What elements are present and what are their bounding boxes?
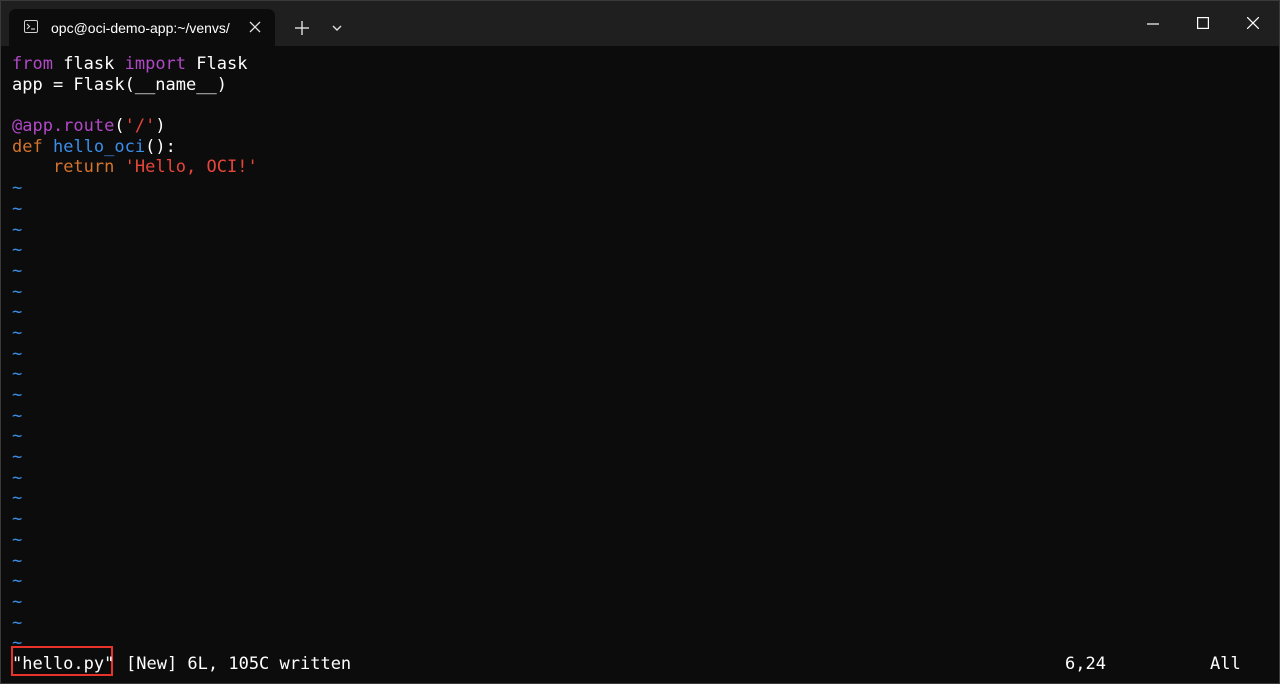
paren-close: ): [155, 116, 166, 137]
empty-line-tilde: ~: [12, 260, 23, 281]
minimize-icon[interactable]: [1129, 1, 1177, 46]
empty-line-tilde: ~: [12, 488, 23, 509]
keyword-from: from: [12, 54, 53, 74]
keyword-return: return: [52, 157, 115, 178]
decorator: @app.route: [12, 116, 115, 137]
function-name: hello_oci: [52, 136, 146, 157]
terminal-window: opc@oci-demo-app:~/venvs/ from flask imp…: [0, 0, 1280, 684]
vim-buffer[interactable]: from flask import Flask app = Flask(__na…: [12, 54, 1272, 653]
empty-line-markers: ~ ~ ~ ~ ~ ~ ~ ~ ~ ~ ~ ~ ~ ~ ~ ~ ~ ~ ~ ~ ~ ~ ~: [12, 178, 1272, 654]
empty-line-tilde: ~: [12, 447, 23, 468]
code-line-5: def hello_oci():: [12, 137, 1272, 158]
new-tab-plus-icon[interactable]: [291, 17, 313, 39]
empty-line-tilde: ~: [12, 571, 23, 592]
keyword-import: import: [124, 54, 187, 74]
terminal-tab[interactable]: opc@oci-demo-app:~/venvs/: [9, 9, 275, 46]
empty-line-tilde: ~: [12, 529, 23, 550]
empty-line-tilde: ~: [12, 198, 23, 219]
tab-title: opc@oci-demo-app:~/venvs/: [51, 20, 230, 36]
empty-line-tilde: ~: [12, 302, 23, 323]
code-line-1: from flask import Flask: [12, 54, 1272, 75]
keyword-def: def: [12, 136, 43, 157]
empty-line-tilde: ~: [12, 385, 23, 405]
tab-close-icon[interactable]: [247, 19, 263, 35]
empty-line-tilde: ~: [12, 322, 23, 343]
status-message: [New] 6L, 105C written: [126, 654, 352, 674]
cursor-position: 6,24: [1065, 654, 1106, 674]
empty-line-tilde: ~: [12, 591, 23, 612]
terminal-icon: [24, 20, 38, 33]
route-string: '/': [124, 116, 156, 137]
title-bar[interactable]: opc@oci-demo-app:~/venvs/: [1, 1, 1279, 46]
import-name: Flask: [186, 54, 248, 74]
empty-line-tilde: ~: [12, 240, 23, 261]
code-line-6: return 'Hello, OCI!': [12, 157, 1272, 178]
empty-line-tilde: ~: [12, 550, 23, 571]
close-icon[interactable]: [1229, 1, 1277, 46]
empty-line-tilde: ~: [12, 219, 23, 240]
empty-line-tilde: ~: [12, 426, 23, 447]
empty-line-tilde: ~: [12, 178, 23, 199]
empty-line-tilde: ~: [12, 633, 23, 654]
chevron-down-icon[interactable]: [327, 17, 347, 39]
empty-line-tilde: ~: [12, 509, 23, 530]
function-signature-rest: ():: [145, 136, 176, 157]
vim-status-line: "hello.py" [New] 6L, 105C written 6,24 A…: [11, 646, 1272, 676]
paren-open: (: [114, 116, 125, 137]
maximize-icon[interactable]: [1179, 1, 1227, 46]
return-string: 'Hello, OCI!': [124, 157, 258, 178]
empty-line-tilde: ~: [12, 343, 23, 364]
code-line-4: @app.route('/'): [12, 116, 1272, 137]
empty-line-tilde: ~: [12, 364, 23, 385]
module-name: flask: [52, 54, 125, 74]
empty-line-tilde: ~: [12, 612, 23, 633]
empty-line-tilde: ~: [12, 281, 23, 302]
empty-line-tilde: ~: [12, 405, 23, 426]
code-line-2: app = Flask(__name__): [12, 74, 227, 95]
empty-line-tilde: ~: [12, 467, 23, 488]
scroll-indicator: All: [1210, 654, 1241, 674]
status-filename: "hello.py": [12, 654, 115, 674]
